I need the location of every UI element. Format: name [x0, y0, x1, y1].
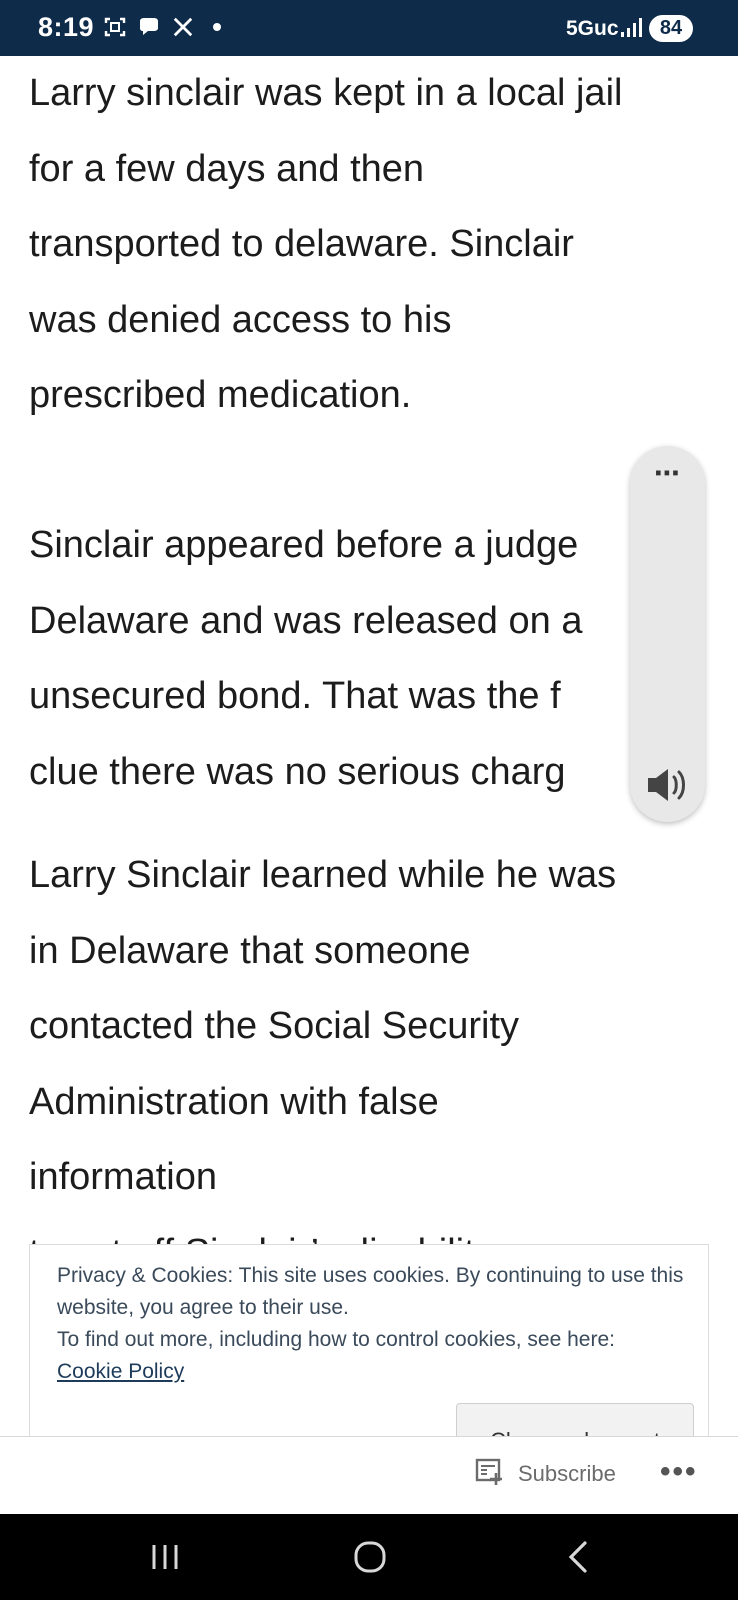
recent-apps-button[interactable]: [105, 1514, 225, 1600]
paragraph-line: contacted the Social Security: [29, 1005, 520, 1047]
tts-more-button[interactable]: ⋯: [630, 458, 705, 489]
paragraph-line: Larry Sinclair learned while he was: [29, 854, 617, 896]
article-paragraph: Larry sinclair was kept in a local jail …: [29, 56, 622, 434]
cookie-text: Privacy & Cookies: This site uses cookie…: [57, 1260, 697, 1388]
paragraph-line: Larry sinclair was kept in a local jail: [29, 72, 623, 114]
read-aloud-widget[interactable]: ⋯: [630, 446, 705, 822]
paragraph-line: Administration with false: [29, 1080, 439, 1123]
signal-icon: [620, 16, 644, 43]
subscribe-label: Subscribe: [518, 1461, 616, 1486]
reader-add-icon: [474, 1455, 506, 1493]
home-button[interactable]: [310, 1514, 430, 1600]
status-bar: 8:19 5Guc 84: [0, 0, 738, 56]
paragraph-line: Sinclair appeared before a judge: [29, 524, 579, 566]
speaker-icon[interactable]: [644, 764, 690, 806]
paragraph-line: Delaware and was released on a: [29, 599, 583, 642]
system-navigation-bar: [0, 1514, 738, 1600]
subscribe-button[interactable]: Subscribe: [474, 1455, 616, 1493]
cookie-policy-link[interactable]: Cookie Policy: [57, 1360, 184, 1383]
cookie-banner: Privacy & Cookies: This site uses cookie…: [29, 1244, 709, 1444]
paragraph-line: information: [29, 1156, 217, 1198]
paragraph-line: transported to delaware. Sinclair: [29, 223, 574, 265]
paragraph-line: unsecured bond. That was the f: [29, 675, 561, 717]
article-paragraph: Sinclair appeared before a judge Delawar…: [29, 508, 582, 810]
paragraph-line: in Delaware that someone: [29, 929, 471, 972]
paragraph-line: was denied access to his: [29, 298, 452, 341]
dot-icon: [204, 14, 230, 40]
status-time: 8:19: [38, 12, 95, 42]
status-notification-icons: [102, 14, 230, 40]
article-paragraph: Larry Sinclair learned while he was in D…: [29, 838, 616, 1291]
paragraph-line: prescribed medication.: [29, 374, 412, 416]
more-options-button[interactable]: •••: [660, 1455, 698, 1489]
paragraph-line: for a few days and then: [29, 147, 425, 190]
subscribe-bar: Subscribe •••: [0, 1436, 738, 1514]
paragraph-line: clue there was no serious charg: [29, 750, 566, 793]
cookie-notice-text: Privacy & Cookies: This site uses cookie…: [57, 1264, 684, 1319]
back-button[interactable]: [518, 1514, 638, 1600]
cookie-more-info-text: To find out more, including how to contr…: [57, 1328, 615, 1351]
battery-indicator: 84: [649, 15, 693, 42]
x-logo-icon: [170, 14, 196, 40]
network-type: 5Guc: [566, 17, 619, 40]
chat-bubble-icon: [136, 14, 162, 40]
screenshot-icon: [102, 14, 128, 40]
